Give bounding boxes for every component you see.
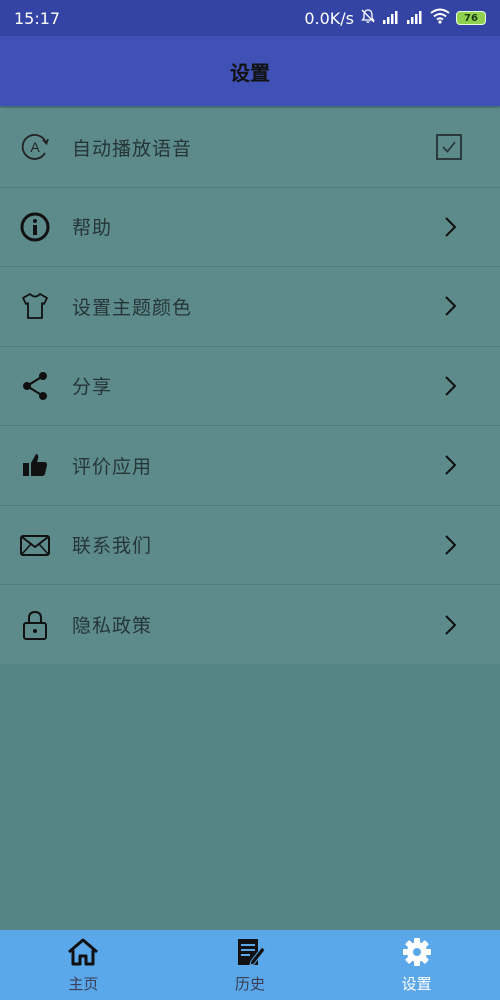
setting-label: 自动播放语音	[72, 137, 193, 160]
chevron-right-icon	[436, 292, 464, 320]
nav-settings[interactable]: 设置	[333, 930, 500, 1000]
chevron-right-icon	[436, 451, 464, 479]
chevron-right-icon	[436, 531, 464, 559]
battery-icon: 76	[456, 11, 486, 25]
nav-history[interactable]: 历史	[167, 930, 334, 1000]
setting-label: 帮助	[72, 217, 113, 240]
setting-theme-color[interactable]: 设置主题颜色	[0, 267, 500, 347]
setting-label: 联系我们	[72, 535, 153, 558]
tshirt-icon	[18, 289, 52, 323]
page-title: 设置	[230, 60, 270, 85]
chevron-right-icon	[436, 372, 464, 400]
setting-label: 评价应用	[72, 455, 153, 478]
info-icon	[18, 210, 52, 244]
status-time: 15:17	[14, 8, 61, 28]
signal-icon	[382, 9, 400, 28]
lock-icon	[18, 608, 52, 642]
signal-icon	[406, 9, 424, 28]
nav-label: 设置	[401, 974, 432, 993]
nav-label: 主页	[68, 974, 99, 993]
setting-privacy-policy[interactable]: 隐私政策	[0, 585, 500, 665]
nav-home[interactable]: 主页	[0, 930, 167, 1000]
auto-play-icon: A	[18, 130, 52, 164]
setting-share[interactable]: 分享	[0, 347, 500, 426]
setting-help[interactable]: 帮助	[0, 188, 500, 267]
setting-auto-play-voice[interactable]: A 自动播放语音	[0, 108, 500, 188]
setting-contact-us[interactable]: 联系我们	[0, 506, 500, 585]
status-indicators: 0.0K/s 76	[304, 8, 486, 28]
network-speed: 0.0K/s	[304, 8, 354, 28]
app-bar: 设置	[0, 36, 500, 106]
status-bar: 15:17 0.0K/s 76	[0, 0, 500, 36]
share-icon	[18, 369, 52, 403]
mute-bell-icon	[360, 8, 376, 28]
bottom-nav: 主页 历史 设置	[0, 930, 500, 1000]
auto-play-checkbox[interactable]	[436, 134, 462, 161]
envelope-icon	[18, 528, 52, 562]
history-icon	[233, 937, 267, 971]
setting-label: 隐私政策	[72, 615, 153, 638]
nav-label: 历史	[235, 974, 266, 993]
setting-label: 分享	[72, 376, 113, 399]
home-icon	[66, 937, 100, 971]
gear-icon	[402, 937, 432, 971]
wifi-icon	[430, 8, 450, 28]
setting-label: 设置主题颜色	[72, 296, 193, 319]
chevron-right-icon	[436, 213, 464, 241]
chevron-right-icon	[436, 611, 464, 639]
settings-list: A 自动播放语音 帮助 设置主题颜色 分享 评价应用 联系我们 隐私政策	[0, 108, 500, 664]
setting-rate-app[interactable]: 评价应用	[0, 426, 500, 506]
svg-text:A: A	[30, 139, 40, 155]
thumbs-up-icon	[18, 448, 52, 482]
